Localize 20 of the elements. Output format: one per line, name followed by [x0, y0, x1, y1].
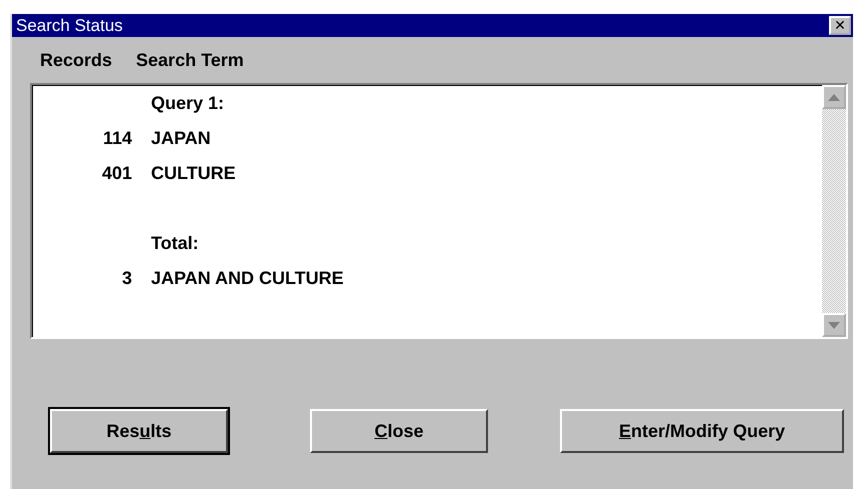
- scrollbar[interactable]: [822, 85, 846, 337]
- close-button[interactable]: ✕: [829, 16, 851, 35]
- search-term: JAPAN AND CULTURE: [151, 268, 344, 289]
- scroll-down-button[interactable]: [822, 313, 846, 337]
- scroll-down-icon: [828, 322, 840, 328]
- scroll-up-button[interactable]: [822, 85, 846, 109]
- record-count: 114: [102, 128, 132, 149]
- dialog-button[interactable]: Close: [310, 409, 488, 453]
- search-term: CULTURE: [151, 163, 236, 184]
- section-label: Total:: [151, 233, 199, 254]
- record-count: 3: [120, 268, 132, 289]
- column-header: Search Term: [136, 50, 244, 70]
- dialog-button[interactable]: Results: [50, 409, 228, 453]
- scroll-up-icon: [828, 94, 840, 100]
- window-title: Search Status: [16, 16, 123, 36]
- record-count: 401: [100, 163, 132, 184]
- search-term: JAPAN: [151, 128, 211, 149]
- column-header: Records: [40, 50, 112, 70]
- dialog-button[interactable]: Enter/Modify Query: [560, 409, 844, 453]
- section-label: Query 1:: [151, 93, 224, 114]
